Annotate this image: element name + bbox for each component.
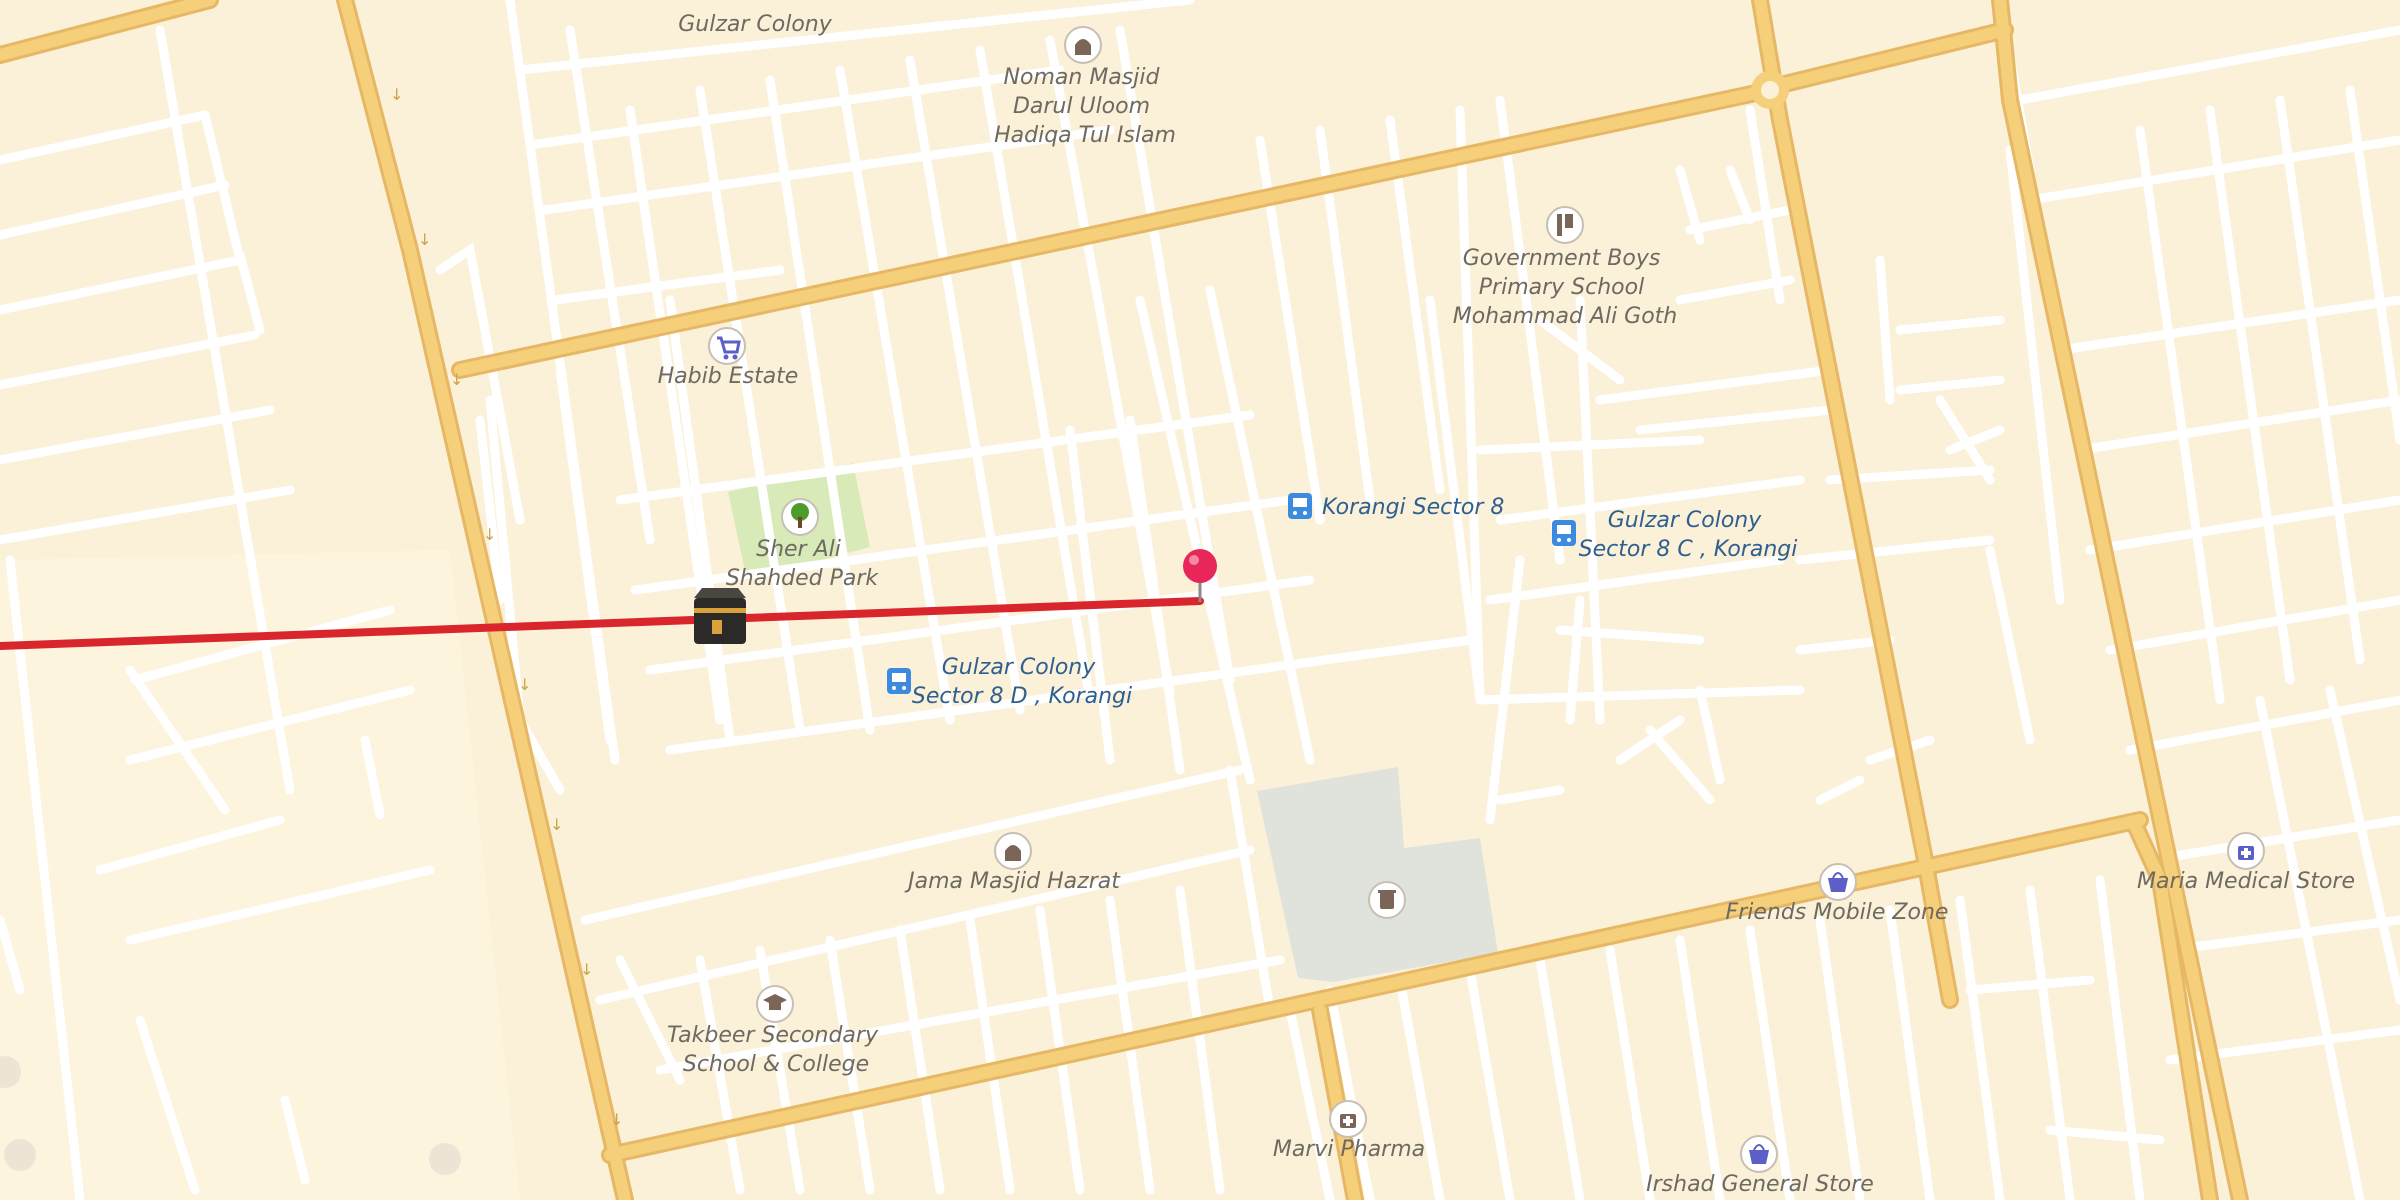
svg-text:↓: ↓ [390,85,403,104]
label-gulzar-colony-top: Gulzar Colony [678,12,833,37]
label-noman-masjid-3: Hadiqa Tul Islam [994,123,1176,148]
label-noman-masjid-1: Noman Masjid [1004,65,1161,90]
svg-text:↓: ↓ [518,675,531,694]
label-gulzar-8c-1: Gulzar Colony [1608,508,1763,533]
label-gulzar-8d-2: Sector 8 D , Korangi [912,684,1132,709]
map-marker-blob [429,1143,461,1175]
svg-text:↓: ↓ [610,1110,623,1129]
label-takbeer-1: Takbeer Secondary [667,1023,879,1048]
label-govt-school-2: Primary School [1479,275,1644,300]
label-takbeer-2: School & College [683,1052,869,1077]
svg-text:↓: ↓ [450,370,463,389]
label-habib-estate: Habib Estate [658,364,799,389]
svg-text:Government Boys Primary: Government Boys Primary School Mohammad … [1453,246,1678,329]
label-sher-ali-1: Sher Ali [756,537,841,562]
school-glyph [1557,214,1562,236]
label-govt-school-3: Mohammad Ali Goth [1453,304,1678,329]
poi-cemetery[interactable] [1368,881,1406,919]
label-jama-masjid: Jama Masjid Hazrat [904,869,1121,894]
svg-text:Noman Masjid Darul Uloom: Noman Masjid Darul Uloom Hadiqa Tul Isla… [994,65,1176,148]
roundabout [1751,71,1789,109]
map-marker-blob [4,1139,36,1171]
svg-text:↓: ↓ [483,525,496,544]
svg-text:↓: ↓ [418,230,431,249]
label-gulzar-8c-2: Sector 8 C , Korangi [1579,537,1798,562]
label-friends-mobile: Friends Mobile Zone [1726,900,1949,925]
svg-text:↓: ↓ [580,960,593,979]
label-irshad-store: Irshad General Store [1646,1172,1874,1197]
label-noman-masjid-2: Darul Uloom [1013,94,1150,119]
map-canvas[interactable]: ↓ ↓ ↓ ↓ ↓ ↓ ↓ ↓ Gulzar Colony Noman Masjid Da… [0,0,2400,1200]
label-gulzar-8d-1: Gulzar Colony [942,655,1097,680]
label-sher-ali-2: Shahded Park [726,566,880,591]
kaaba-icon[interactable] [694,588,746,644]
label-govt-school-1: Government Boys [1463,246,1661,271]
label-korangi-sector-8: Korangi Sector 8 [1322,495,1504,520]
label-maria-medical: Maria Medical Store [2137,869,2355,894]
label-marvi-pharma: Marvi Pharma [1273,1137,1425,1162]
svg-text:↓: ↓ [550,815,563,834]
